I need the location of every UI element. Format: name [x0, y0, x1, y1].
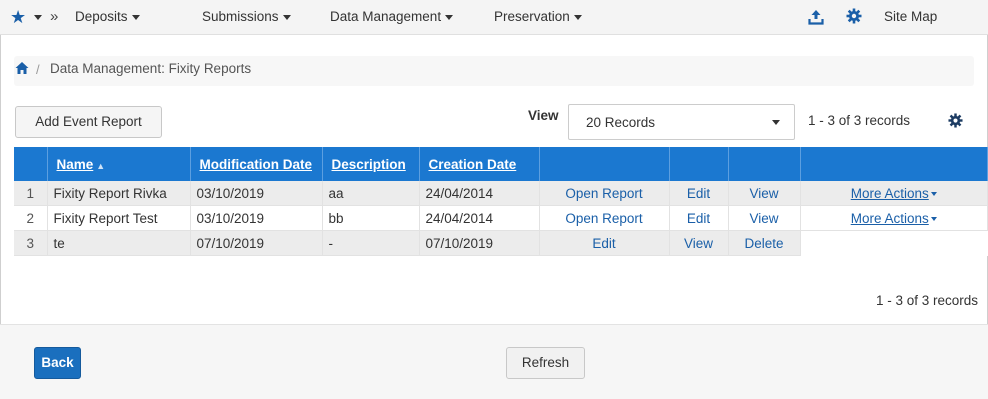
cell-creation-date: 24/04/2014 — [419, 205, 540, 231]
row-number: 2 — [14, 205, 48, 231]
more-actions-menu[interactable]: More Actions — [800, 181, 988, 206]
column-header-modification-date[interactable]: Modification Date — [190, 147, 323, 181]
footer-bar — [0, 324, 988, 399]
actions-header — [539, 147, 670, 181]
home-icon[interactable] — [15, 61, 29, 75]
cell-description: bb — [322, 205, 420, 231]
star-icon[interactable]: ★ — [10, 0, 26, 34]
chevron-down-icon — [772, 120, 780, 125]
select-value: 20 Records — [586, 115, 656, 130]
nav-item-label: Submissions — [202, 9, 279, 24]
row-number: 3 — [14, 230, 48, 256]
record-count: 1 - 3 of 3 records — [808, 113, 911, 128]
empty-cell — [800, 230, 988, 256]
nav-item-label: Data Management — [330, 9, 442, 24]
more-actions-label: More Actions — [850, 210, 929, 226]
top-nav-bar: ★ » Deposits Submissions Data Management… — [0, 0, 988, 35]
actions-header — [800, 147, 988, 181]
edit-link[interactable]: Edit — [539, 230, 670, 256]
chevron-down-icon — [930, 191, 937, 196]
column-header-creation-date[interactable]: Creation Date — [419, 147, 540, 181]
row-number: 1 — [14, 181, 48, 206]
table-row: 2 Fixity Report Test 03/10/2019 bb 24/04… — [14, 205, 988, 231]
breadcrumb-separator: / — [36, 62, 40, 77]
edit-link[interactable]: Edit — [669, 181, 729, 206]
more-actions-label: More Actions — [850, 185, 929, 201]
cell-creation-date: 24/04/2014 — [419, 181, 540, 206]
site-map-link[interactable]: Site Map — [884, 0, 937, 34]
chevron-down-icon — [131, 14, 140, 20]
cell-name: Fixity Report Rivka — [47, 181, 191, 206]
chevron-down-icon — [930, 216, 937, 221]
nav-item-deposits[interactable]: Deposits — [75, 0, 140, 34]
chevron-down-icon[interactable] — [34, 15, 42, 20]
view-link[interactable]: View — [728, 181, 801, 206]
nav-item-preservation[interactable]: Preservation — [494, 0, 582, 34]
fixity-reports-table: Name ▲ Modification Date Description Crea… — [14, 147, 988, 256]
edit-link[interactable]: Edit — [669, 205, 729, 231]
delete-link[interactable]: Delete — [728, 230, 801, 256]
open-report-link[interactable]: Open Report — [539, 181, 670, 206]
cell-modification-date: 07/10/2019 — [190, 230, 323, 256]
back-button[interactable]: Back — [34, 347, 81, 379]
table-row: 1 Fixity Report Rivka 03/10/2019 aa 24/0… — [14, 181, 988, 206]
upload-icon[interactable] — [808, 9, 824, 25]
view-label: View — [528, 108, 559, 123]
table-row: 3 te 07/10/2019 - 07/10/2019 Edit View D… — [14, 230, 988, 256]
records-per-page-select[interactable]: 20 Records — [568, 104, 795, 140]
open-report-link[interactable]: Open Report — [539, 205, 670, 231]
refresh-button[interactable]: Refresh — [506, 347, 585, 379]
chevron-down-icon — [573, 14, 582, 20]
double-chevron-icon[interactable]: » — [50, 0, 58, 34]
cell-name: te — [47, 230, 191, 256]
more-actions-menu[interactable]: More Actions — [800, 205, 988, 231]
nav-item-label: Preservation — [494, 9, 570, 24]
cell-description: - — [322, 230, 420, 256]
add-event-report-button[interactable]: Add Event Report — [15, 106, 162, 138]
cell-description: aa — [322, 181, 420, 206]
column-header-description[interactable]: Description — [322, 147, 420, 181]
cell-modification-date: 03/10/2019 — [190, 181, 323, 206]
view-link[interactable]: View — [728, 205, 801, 231]
cell-creation-date: 07/10/2019 — [419, 230, 540, 256]
bottom-record-count: 1 - 3 of 3 records — [876, 293, 979, 308]
sort-ascending-icon: ▲ — [96, 160, 106, 171]
nav-item-submissions[interactable]: Submissions — [202, 0, 291, 34]
row-number-header — [14, 147, 48, 181]
table-settings-gear-icon[interactable] — [948, 113, 963, 128]
chevron-down-icon — [282, 14, 291, 20]
actions-header — [728, 147, 801, 181]
nav-item-data-management[interactable]: Data Management — [330, 0, 454, 34]
breadcrumb-current: Data Management: Fixity Reports — [50, 61, 252, 76]
column-header-name[interactable]: Name ▲ — [47, 147, 191, 181]
cell-name: Fixity Report Test — [47, 205, 191, 231]
view-link[interactable]: View — [669, 230, 729, 256]
gear-icon[interactable] — [846, 8, 862, 24]
nav-item-label: Deposits — [75, 9, 128, 24]
cell-modification-date: 03/10/2019 — [190, 205, 323, 231]
actions-header — [669, 147, 729, 181]
chevron-down-icon — [445, 14, 454, 20]
table-header-row: Name ▲ Modification Date Description Crea… — [14, 147, 988, 181]
